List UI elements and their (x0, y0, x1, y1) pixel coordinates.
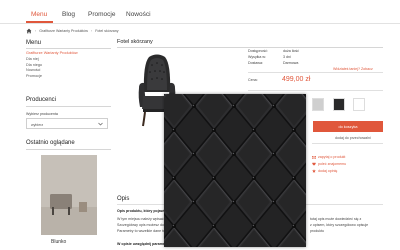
recommend-link[interactable]: poleć znajomemu (312, 162, 346, 166)
description-fragment: z opisem, który szczegółowo opisuje (310, 223, 369, 227)
description-line: Szczegółowy opis możesz dowiedzieć się z (117, 223, 164, 227)
producer-select[interactable]: wybierz (26, 118, 108, 129)
breadcrumb-separator: › (91, 29, 93, 33)
leather-texture-preview[interactable] (164, 94, 306, 247)
availability-value: duża ilość (283, 49, 299, 53)
product-price: 499,00 zł (282, 76, 311, 83)
nav-item-blog[interactable]: Blog (62, 11, 75, 18)
description-line: Parametry to wszelkie dane techniczne o … (117, 229, 164, 233)
nav-item-promocje[interactable]: Promocje (88, 11, 115, 18)
description-fragment: produktu (310, 229, 324, 233)
breadcrumb-current: Fotel skórzany (95, 29, 119, 33)
nav-active-underline (26, 21, 53, 23)
top-navigation: Menu Blog Promocje Nowości (0, 0, 400, 24)
menu-item-promocje[interactable]: Promocje (26, 74, 78, 80)
add-to-storage-link[interactable]: dodaj do przechowalni (335, 136, 371, 140)
description-fragment: tutaj opis może dowiedzieć się z (310, 217, 362, 221)
add-to-cart-button[interactable]: do koszyka (313, 121, 383, 132)
divider (312, 143, 383, 144)
lower-price-link[interactable]: Widziałeś taniej? Zobacz (333, 67, 373, 71)
recent-heading: Ostatnio oglądane (26, 140, 75, 146)
delivery-value: Darmowa (283, 61, 299, 65)
add-review-label: dodaj opinię (318, 169, 338, 173)
divider (248, 72, 383, 73)
breadcrumb-separator: › (35, 29, 37, 33)
product-title: Fotel skórzany (117, 39, 153, 45)
divider (26, 48, 111, 49)
producer-select-value: wybierz (31, 122, 44, 127)
availability-label: Dostępność: (248, 49, 268, 53)
divider (26, 106, 111, 107)
divider (248, 90, 383, 91)
divider (117, 47, 383, 48)
recent-product-caption[interactable]: Blunko (51, 239, 66, 245)
add-review-link[interactable]: dodaj opinię (312, 169, 337, 173)
menu-heading: Menu (26, 40, 42, 46)
recommend-label: poleć znajomemu (318, 162, 347, 166)
room-photo (41, 155, 97, 235)
delivery-label: Dostawa: (248, 61, 263, 65)
breadcrumb: › Grafiturze Warianty Produktów › Fotel … (26, 27, 119, 35)
color-swatch-light[interactable] (312, 98, 324, 111)
home-icon[interactable] (26, 28, 32, 34)
color-swatch-white[interactable] (353, 98, 365, 111)
nav-item-nowosci[interactable]: Nowości (126, 11, 151, 18)
producers-heading: Producenci (26, 97, 57, 103)
ask-about-product-label: zapytaj o produkt (318, 155, 346, 159)
description-heading: Opis (117, 196, 130, 202)
breadcrumb-category[interactable]: Grafiturze Warianty Produktów (39, 29, 88, 33)
envelope-icon (312, 155, 316, 159)
divider (26, 149, 111, 150)
recent-product-image[interactable] (41, 155, 97, 235)
star-icon (312, 169, 316, 173)
description-line: W tym miejscu należy wpisać (117, 217, 164, 221)
color-swatch-dark[interactable] (333, 98, 345, 111)
menu-item-warianty[interactable]: Grafiturze Warianty Produktów (26, 51, 78, 57)
producer-label: Wybierz producenta (26, 112, 58, 116)
price-label: Cena: (248, 78, 258, 82)
shipping-value: 3 dni (283, 55, 291, 59)
tufted-leather-pattern (164, 94, 306, 247)
description-line: Opis produktu, który pojawi się (117, 209, 164, 213)
category-menu: Grafiturze Warianty Produktów Dla niej D… (26, 51, 78, 80)
chevron-down-icon (98, 122, 103, 126)
shipping-label: Wysyłka w: (248, 55, 266, 59)
heart-icon (312, 162, 316, 166)
nav-item-menu[interactable]: Menu (31, 11, 47, 18)
ask-about-product-link[interactable]: zapytaj o produkt (312, 155, 345, 159)
